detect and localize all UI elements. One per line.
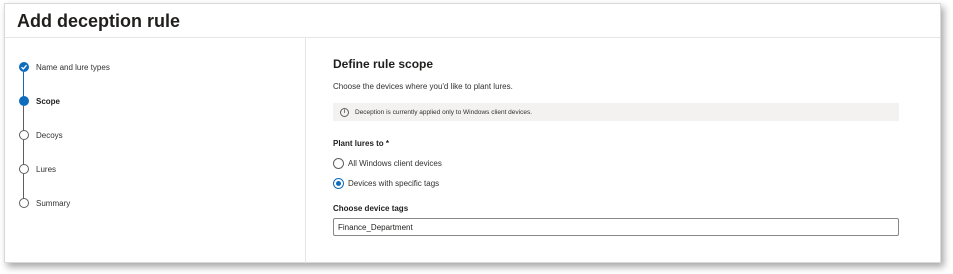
step-lures[interactable]: Lures: [19, 163, 56, 175]
step-indicator: [19, 164, 29, 174]
step-summary[interactable]: Summary: [19, 197, 70, 209]
section-title: Define rule scope: [333, 57, 434, 71]
step-connector: [23, 174, 24, 199]
step-decoys[interactable]: Decoys: [19, 129, 63, 141]
step-label: Scope: [36, 96, 61, 106]
step-connector: [23, 72, 24, 97]
step-name-and-lure-types[interactable]: Name and lure types: [19, 61, 110, 73]
step-indicator: [19, 130, 29, 140]
radio-dot: [336, 180, 341, 186]
radio-all-windows-client-devices[interactable]: All Windows client devices: [333, 157, 442, 169]
info-icon: i: [340, 107, 349, 117]
step-label: Decoys: [36, 130, 63, 140]
radio-label: All Windows client devices: [348, 158, 442, 168]
page-title: Add deception rule: [17, 11, 181, 31]
radio-button[interactable]: [333, 157, 344, 169]
info-message: Deception is currently applied only to W…: [355, 108, 533, 116]
checkmark-icon: [19, 62, 29, 72]
step-connector: [23, 106, 24, 131]
step-connector: [23, 140, 24, 165]
step-label: Name and lure types: [36, 62, 110, 72]
step-label: Lures: [36, 164, 57, 174]
step-scope[interactable]: Scope: [19, 95, 60, 107]
info-message-bar: i Deception is currently applied only to…: [333, 103, 899, 121]
section-divider: [305, 38, 306, 263]
add-deception-rule-panel: Add deception rule Name and lure types S…: [4, 3, 941, 263]
step-label: Summary: [36, 198, 71, 208]
radio-button-selected[interactable]: [333, 177, 344, 189]
radio-devices-with-specific-tags[interactable]: Devices with specific tags: [333, 177, 439, 189]
section-description: Choose the devices where you'd like to p…: [333, 82, 513, 91]
current-step-indicator: [19, 96, 29, 106]
step-indicator: [19, 198, 29, 208]
device-tags-input[interactable]: [333, 218, 899, 236]
plant-lures-label: Plant lures to *: [333, 139, 390, 148]
radio-label: Devices with specific tags: [348, 178, 440, 188]
panel-header: Add deception rule: [5, 4, 940, 38]
device-tags-label: Choose device tags: [333, 204, 409, 213]
